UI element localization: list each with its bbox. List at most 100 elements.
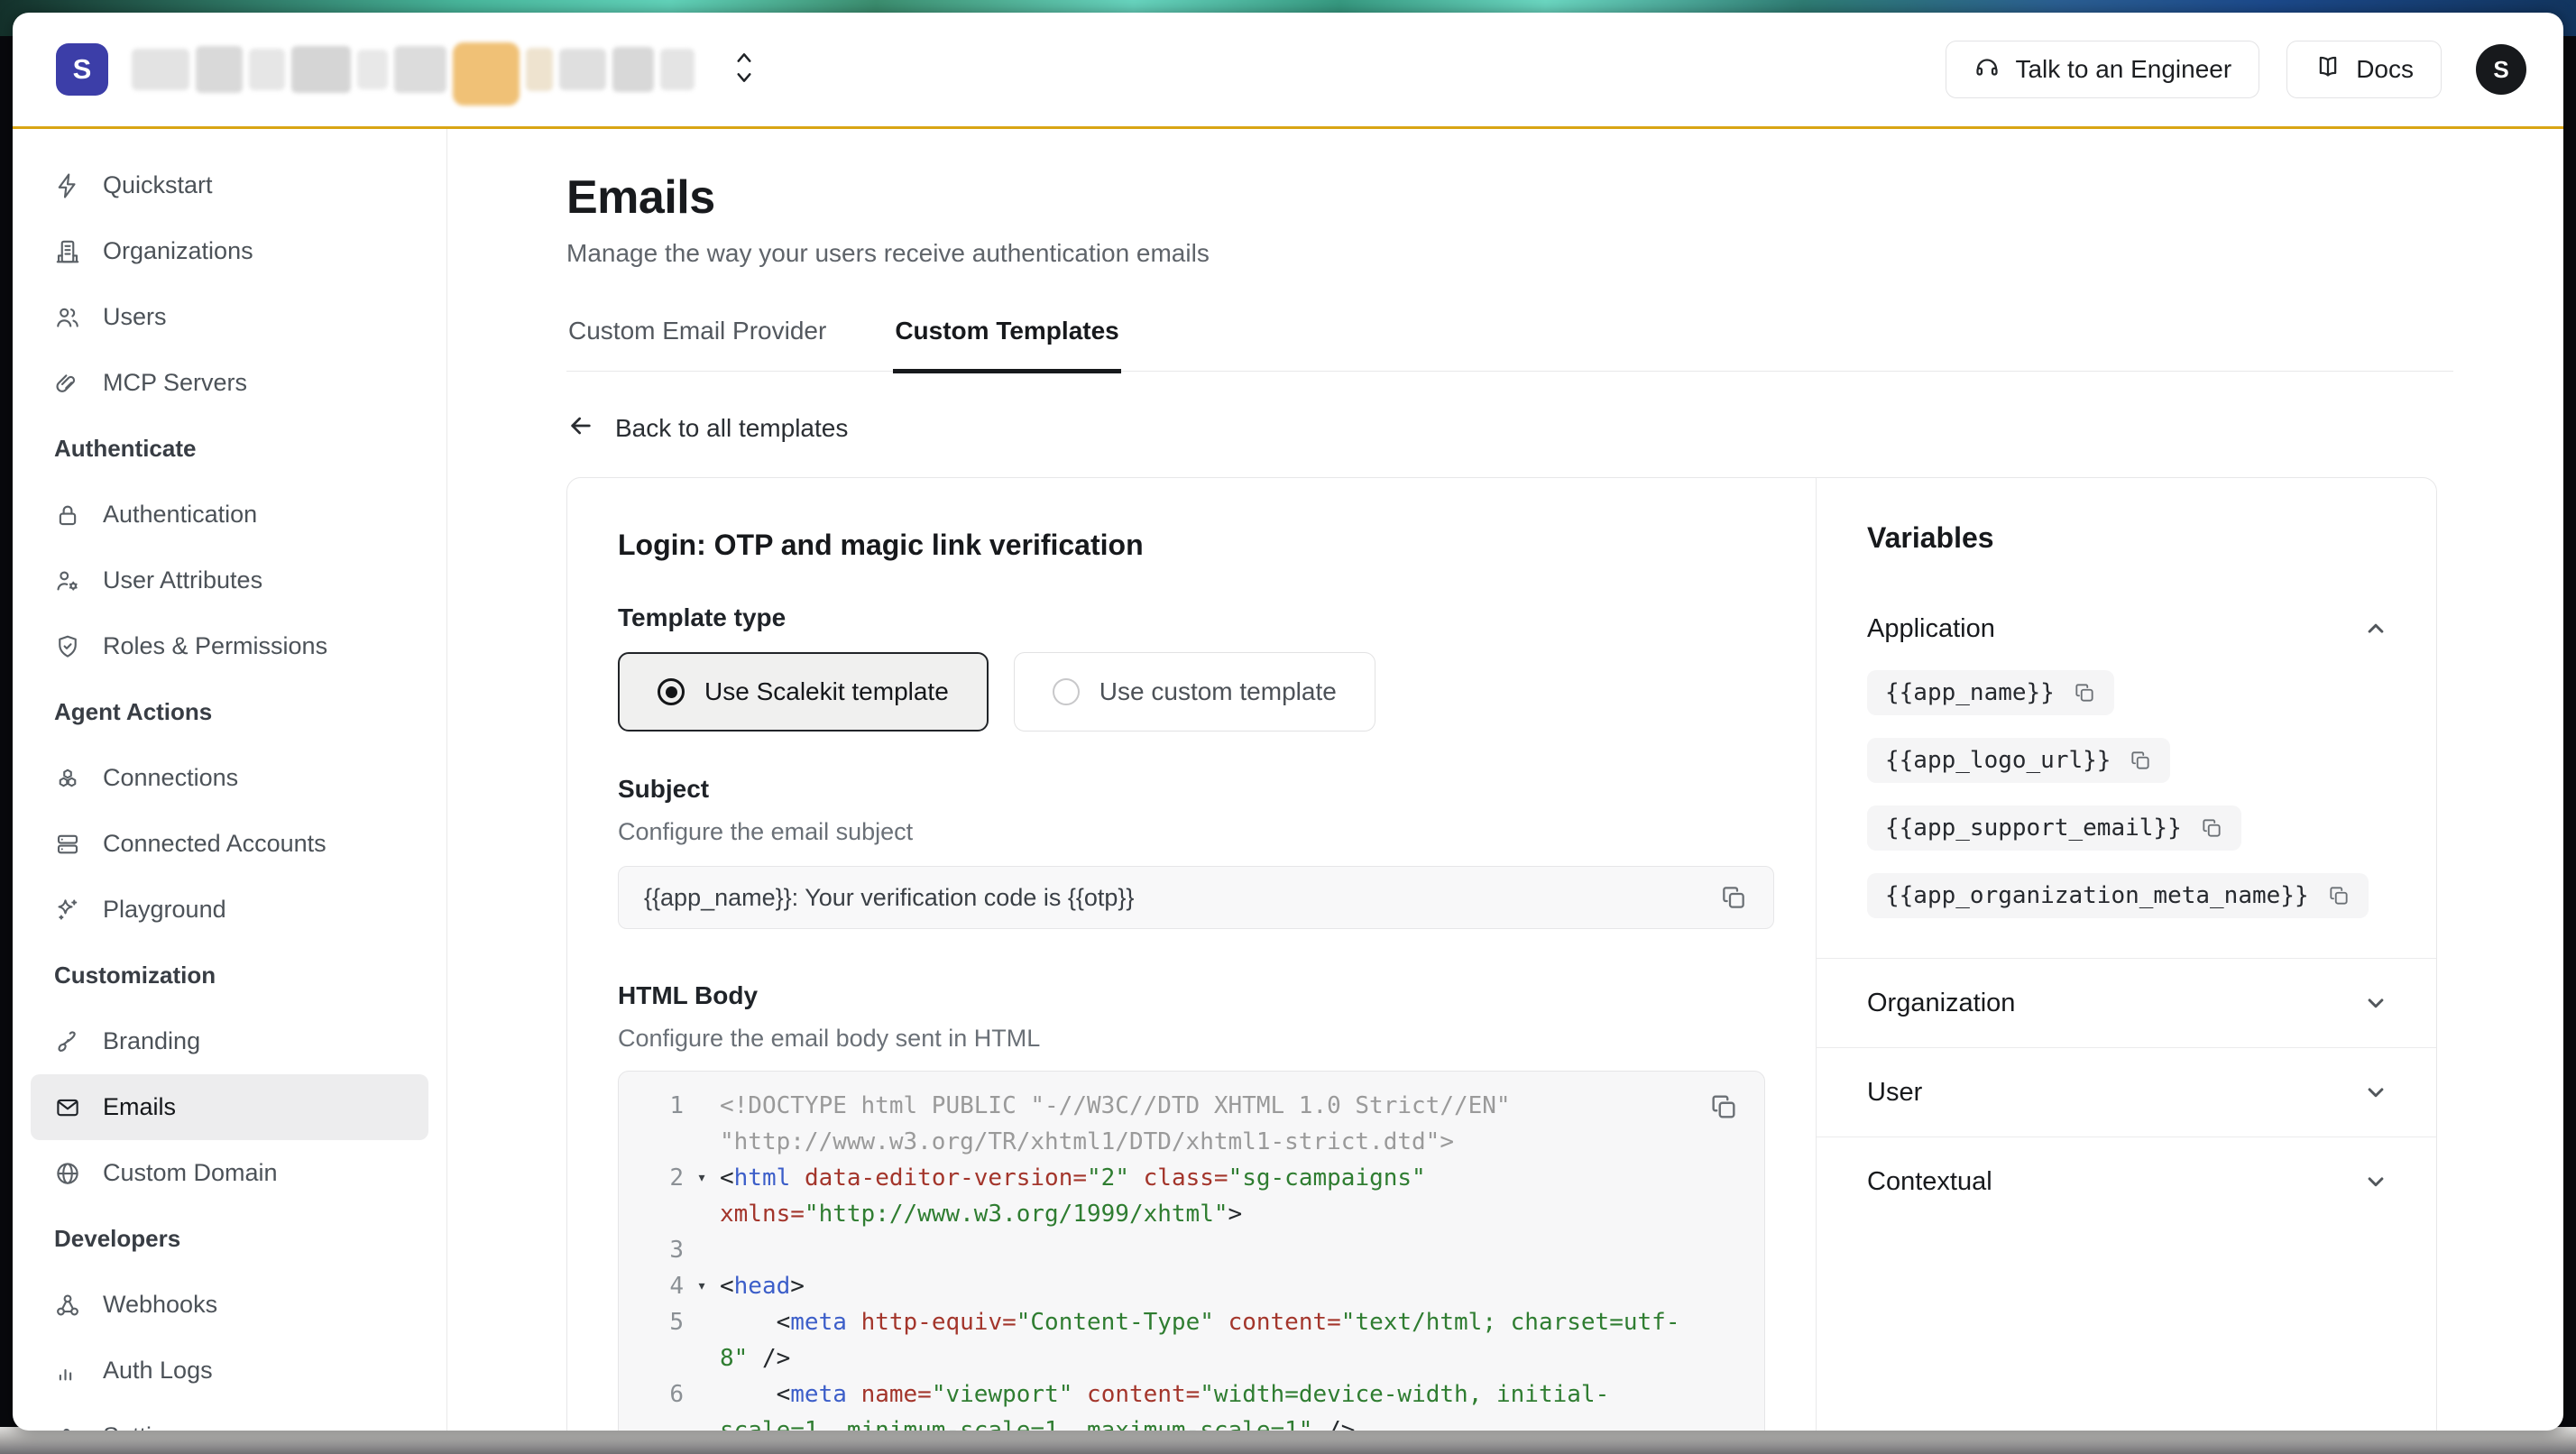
- sidebar-item-connections[interactable]: Connections: [31, 745, 428, 811]
- sidebar-item-user-attributes[interactable]: User Attributes: [31, 548, 428, 613]
- workspace-name-redacted: [132, 33, 695, 106]
- code-line: 3: [619, 1232, 1656, 1268]
- arrow-left-icon: [566, 411, 595, 445]
- sidebar-item-label: Webhooks: [103, 1291, 217, 1319]
- sidebar-item-label: Quickstart: [103, 171, 213, 199]
- sidebar-item-quickstart[interactable]: Quickstart: [31, 152, 428, 218]
- copy-variable-icon[interactable]: [2073, 681, 2096, 704]
- sidebar-section-developers: Developers: [31, 1206, 428, 1272]
- sidebar-item-webhooks[interactable]: Webhooks: [31, 1272, 428, 1338]
- code-line-number: 4: [619, 1268, 684, 1304]
- brush-icon: [54, 1028, 81, 1055]
- sidebar-item-label: Connections: [103, 764, 238, 792]
- globe-icon: [54, 1160, 81, 1187]
- template-option-use-custom-template[interactable]: Use custom template: [1014, 652, 1375, 732]
- sidebar-section-authenticate: Authenticate: [31, 416, 428, 482]
- code-fold-gutter: [684, 1196, 720, 1232]
- sidebar-item-authentication[interactable]: Authentication: [31, 482, 428, 548]
- code-fold-caret-icon[interactable]: ▾: [684, 1160, 720, 1196]
- variable-chip[interactable]: {{app_organization_meta_name}}: [1867, 873, 2369, 918]
- chevron-down-icon[interactable]: [2362, 1168, 2389, 1195]
- code-fold-gutter: [684, 1304, 720, 1340]
- code-line: 6 <meta name="viewport" content="width=d…: [619, 1376, 1656, 1413]
- copy-variable-icon[interactable]: [2327, 884, 2351, 907]
- sparkles-icon: [54, 897, 81, 924]
- app-header: S Talk to an Engineer Docs S: [13, 13, 2563, 126]
- header-actions: Talk to an Engineer Docs S: [1946, 41, 2526, 98]
- subject-help-text: Configure the email subject: [618, 818, 1772, 846]
- variable-chip-label: {{app_organization_meta_name}}: [1885, 882, 2309, 909]
- chevron-down-icon[interactable]: [2362, 989, 2389, 1017]
- docs-button[interactable]: Docs: [2286, 41, 2442, 98]
- copy-variable-icon[interactable]: [2129, 749, 2152, 772]
- sidebar: Quickstart Organizations Users MCP Serve…: [13, 129, 447, 1431]
- chevron-up-icon[interactable]: [2362, 615, 2389, 642]
- workspace-switcher[interactable]: S: [56, 33, 756, 106]
- tab-custom-email-provider[interactable]: Custom Email Provider: [566, 311, 828, 373]
- chevron-down-icon[interactable]: [2362, 1079, 2389, 1106]
- sidebar-item-organizations[interactable]: Organizations: [31, 218, 428, 284]
- subject-value: {{app_name}}: Your verification code is …: [644, 884, 1719, 912]
- subject-input[interactable]: {{app_name}}: Your verification code is …: [618, 866, 1774, 929]
- sidebar-item-label: Emails: [103, 1093, 176, 1121]
- headset-icon: [1973, 53, 2001, 87]
- talk-to-engineer-button[interactable]: Talk to an Engineer: [1946, 41, 2259, 98]
- sidebar-item-roles-permissions[interactable]: Roles & Permissions: [31, 613, 428, 679]
- sidebar-item-label: Organizations: [103, 237, 253, 265]
- code-fold-gutter: [684, 1376, 720, 1413]
- copy-subject-icon[interactable]: [1719, 883, 1748, 912]
- sidebar-item-playground[interactable]: Playground: [31, 877, 428, 943]
- sidebar-item-mcp-servers[interactable]: MCP Servers: [31, 350, 428, 416]
- variable-chip[interactable]: {{app_name}}: [1867, 670, 2114, 715]
- page-subtitle: Manage the way your users receive authen…: [566, 239, 2563, 268]
- variable-chip[interactable]: {{app_logo_url}}: [1867, 738, 2170, 783]
- code-fold-caret-icon[interactable]: ▾: [684, 1268, 720, 1304]
- html-body-code-editor[interactable]: 1<!DOCTYPE html PUBLIC "-//W3C//DTD XHTM…: [618, 1071, 1765, 1431]
- workspace-logo: S: [56, 43, 108, 96]
- variable-chip-label: {{app_support_email}}: [1885, 814, 2182, 842]
- code-line-number: 6: [619, 1376, 684, 1413]
- sidebar-item-label: Branding: [103, 1027, 200, 1055]
- code-line-number: 1: [619, 1088, 684, 1124]
- tab-custom-templates[interactable]: Custom Templates: [893, 311, 1120, 373]
- variables-section-user[interactable]: User: [1817, 1047, 2436, 1137]
- sidebar-item-label: Authentication: [103, 501, 257, 529]
- organizations-icon: [54, 238, 81, 265]
- sidebar-item-branding[interactable]: Branding: [31, 1008, 428, 1074]
- sidebar-item-label: Playground: [103, 896, 226, 924]
- code-text: "http://www.w3.org/TR/xhtml1/DTD/xhtml1-…: [720, 1124, 1454, 1160]
- variable-chip[interactable]: {{app_support_email}}: [1867, 805, 2241, 851]
- back-to-templates-link[interactable]: Back to all templates: [566, 411, 848, 445]
- variables-section-contextual[interactable]: Contextual: [1817, 1137, 2436, 1226]
- sidebar-item-connected-accounts[interactable]: Connected Accounts: [31, 811, 428, 877]
- template-option-use-scalekit-template[interactable]: Use Scalekit template: [618, 652, 989, 732]
- code-line: 2▾<html data-editor-version="2" class="s…: [619, 1160, 1656, 1196]
- code-fold-gutter: [684, 1413, 720, 1431]
- code-fold-gutter: [684, 1124, 720, 1160]
- back-label: Back to all templates: [615, 414, 848, 443]
- code-line: 5 <meta http-equiv="Content-Type" conten…: [619, 1304, 1656, 1340]
- variables-section-application[interactable]: Application: [1817, 587, 2436, 670]
- code-text: <head>: [720, 1268, 805, 1304]
- sidebar-item-label: Connected Accounts: [103, 830, 327, 858]
- workspace-select-caret-icon[interactable]: [732, 49, 756, 91]
- sidebar-item-custom-domain[interactable]: Custom Domain: [31, 1140, 428, 1206]
- sidebar-section-customization: Customization: [31, 943, 428, 1008]
- sidebar-item-label: Custom Domain: [103, 1159, 278, 1187]
- sidebar-item-auth-logs[interactable]: Auth Logs: [31, 1338, 428, 1403]
- copy-code-icon[interactable]: [1708, 1091, 1739, 1122]
- sidebar-item-users[interactable]: Users: [31, 284, 428, 350]
- sidebar-item-emails[interactable]: Emails: [31, 1074, 428, 1140]
- variables-section-organization[interactable]: Organization: [1817, 958, 2436, 1047]
- variables-section-label: Organization: [1867, 989, 2015, 1018]
- code-fold-gutter: [684, 1232, 720, 1268]
- sidebar-item-settings[interactable]: Settings: [31, 1403, 428, 1431]
- code-text: <html data-editor-version="2" class="sg-…: [720, 1160, 1426, 1196]
- variable-chip-label: {{app_name}}: [1885, 679, 2055, 706]
- sidebar-item-label: User Attributes: [103, 566, 262, 594]
- template-editor-card: Login: OTP and magic link verification T…: [566, 477, 2437, 1431]
- variables-section-label: Application: [1867, 614, 1995, 644]
- copy-variable-icon[interactable]: [2200, 816, 2223, 840]
- page-title: Emails: [566, 170, 2563, 225]
- user-avatar[interactable]: S: [2476, 44, 2526, 95]
